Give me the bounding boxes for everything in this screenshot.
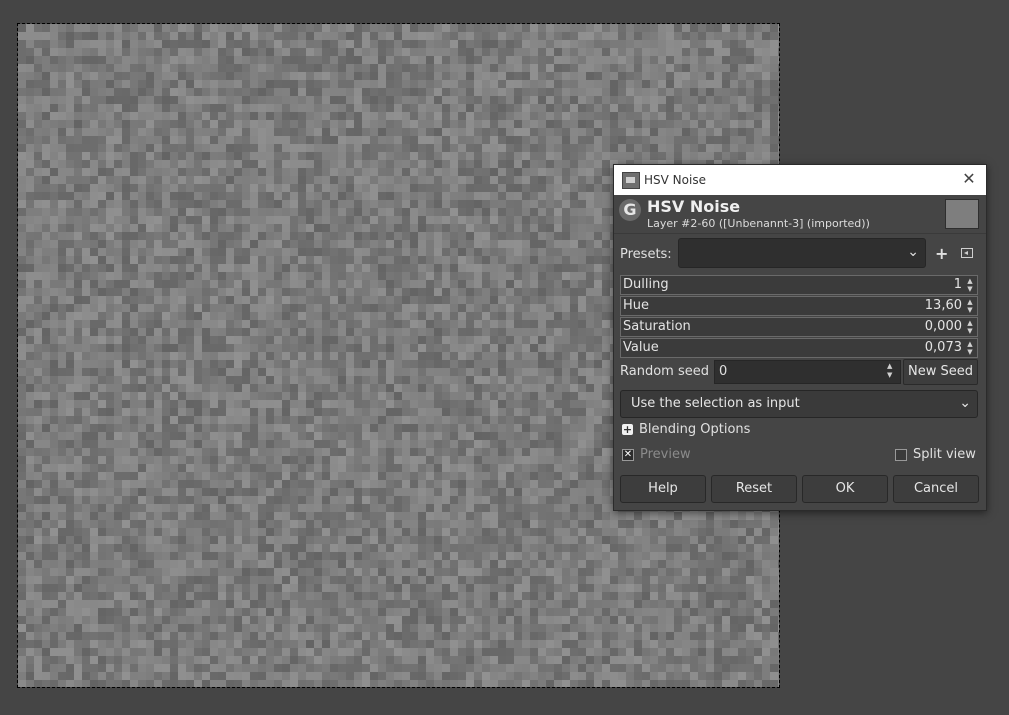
random-seed-label: Random seed [620, 364, 709, 379]
spin-arrows-icon[interactable]: ▲ ▼ [887, 362, 897, 380]
gimp-logo-icon: G [619, 199, 641, 221]
value-value: 0,073 [924, 340, 962, 355]
spin-arrows-icon[interactable]: ▲ ▼ [965, 319, 975, 335]
split-view-checkbox[interactable] [895, 449, 907, 461]
input-mode-value: Use the selection as input [631, 396, 800, 411]
close-icon[interactable]: ✕ [960, 170, 978, 188]
window-title: HSV Noise [644, 173, 706, 187]
new-seed-button[interactable]: New Seed [903, 359, 978, 385]
random-seed-input[interactable]: 0 ▲ ▼ [714, 360, 901, 384]
hue-spinscale[interactable]: Hue 13,60 ▲ ▼ [620, 296, 978, 316]
expander-plus-icon[interactable]: + [622, 424, 633, 435]
presets-combo[interactable]: ⌄ [678, 238, 926, 268]
preview-label: Preview [640, 447, 691, 462]
filter-title: HSV Noise [647, 197, 741, 216]
menu-arrow-icon[interactable] [961, 248, 973, 258]
split-view-label: Split view [913, 447, 976, 462]
hue-label: Hue [623, 298, 650, 313]
saturation-value: 0,000 [924, 319, 962, 334]
hsv-noise-dialog: HSV Noise ✕ G HSV Noise Layer #2-60 ([Un… [613, 164, 987, 511]
spin-arrows-icon[interactable]: ▲ ▼ [965, 277, 975, 293]
ok-button[interactable]: OK [802, 475, 888, 503]
dulling-label: Dulling [623, 277, 669, 292]
dulling-spinscale[interactable]: Dulling 1 ▲ ▼ [620, 275, 978, 295]
help-button[interactable]: Help [620, 475, 706, 503]
app-icon [622, 172, 640, 189]
cancel-button[interactable]: Cancel [893, 475, 979, 503]
chevron-down-icon: ⌄ [907, 244, 919, 260]
dialog-header: G HSV Noise Layer #2-60 ([Unbenannt-3] (… [614, 195, 986, 234]
spin-arrows-icon[interactable]: ▲ ▼ [965, 340, 975, 356]
hue-value: 13,60 [924, 298, 962, 313]
saturation-label: Saturation [623, 319, 691, 334]
input-mode-combo[interactable]: Use the selection as input ⌄ [620, 390, 978, 418]
layer-subtitle: Layer #2-60 ([Unbenannt-3] (imported)) [647, 217, 870, 230]
dulling-value: 1 [953, 277, 962, 292]
presets-label: Presets: [620, 247, 672, 262]
value-spinscale[interactable]: Value 0,073 ▲ ▼ [620, 338, 978, 358]
chevron-down-icon: ⌄ [959, 395, 971, 411]
reset-button[interactable]: Reset [711, 475, 797, 503]
spin-arrows-icon[interactable]: ▲ ▼ [965, 298, 975, 314]
saturation-spinscale[interactable]: Saturation 0,000 ▲ ▼ [620, 317, 978, 337]
dialog-titlebar[interactable]: HSV Noise ✕ [614, 165, 986, 195]
blending-options-label[interactable]: Blending Options [639, 422, 750, 437]
layer-preview-thumbnail [945, 199, 979, 229]
plus-icon[interactable]: + [935, 244, 948, 263]
random-seed-value: 0 [719, 364, 728, 379]
preview-checkbox[interactable]: ✕ [622, 449, 634, 461]
value-label: Value [623, 340, 659, 355]
